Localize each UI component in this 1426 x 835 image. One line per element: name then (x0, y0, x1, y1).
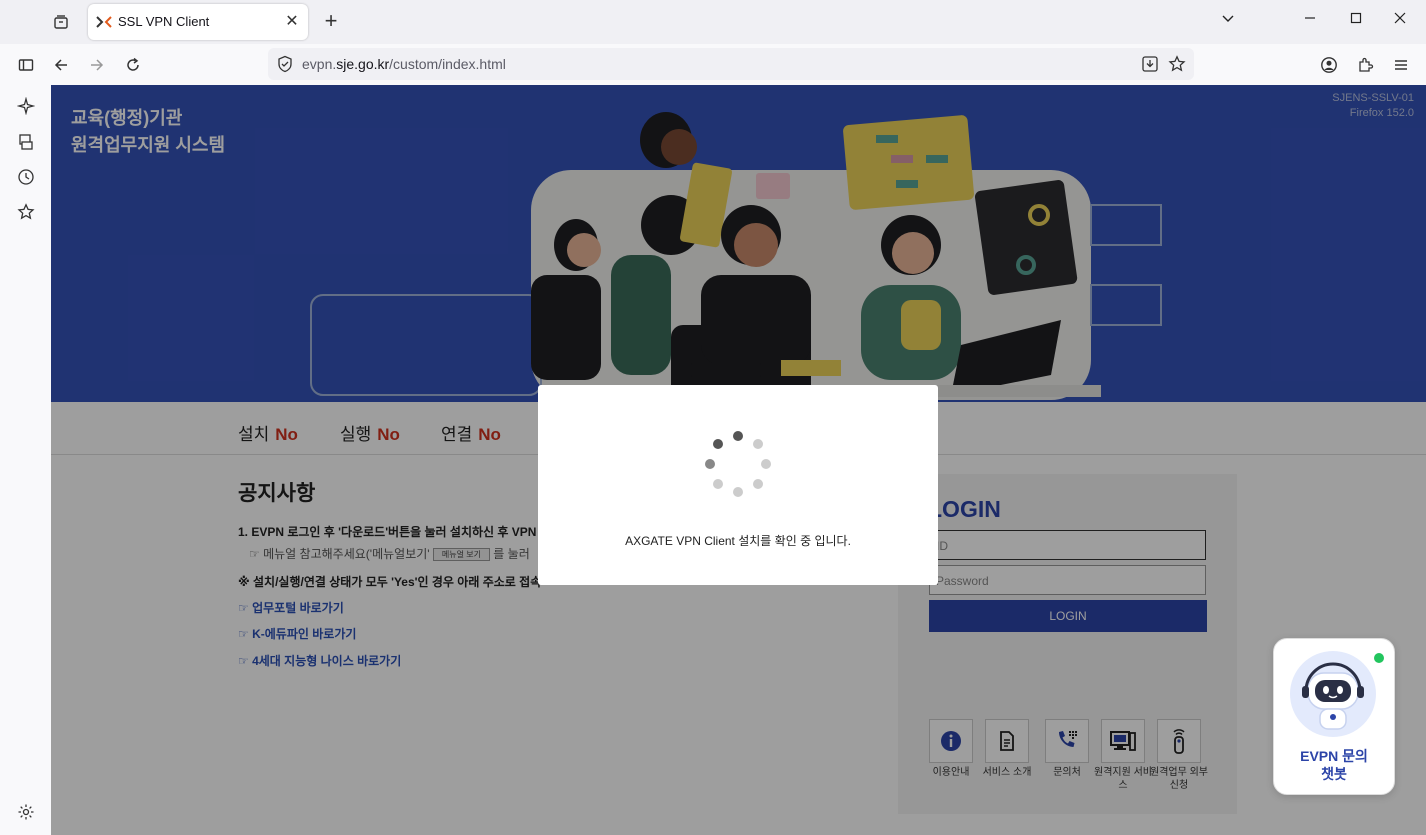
reload-icon[interactable] (121, 53, 145, 77)
menu-icon[interactable] (1389, 53, 1413, 77)
loading-modal: AXGATE VPN Client 설치를 확인 중 입니다. (538, 385, 938, 585)
tab-title: SSL VPN Client (118, 14, 210, 29)
account-icon[interactable] (1317, 53, 1341, 77)
extensions-icon[interactable] (1353, 53, 1377, 77)
new-tab-icon[interactable]: + (320, 10, 342, 32)
tracking-protection-shield-icon[interactable] (276, 55, 294, 73)
minimize-icon[interactable] (1298, 10, 1322, 32)
bookmarks-icon[interactable] (14, 200, 38, 224)
bookmark-star-icon[interactable] (1167, 54, 1187, 74)
chatbot-label: EVPN 문의 챗봇 (1300, 748, 1368, 782)
axgate-favicon-icon (96, 16, 112, 28)
settings-gear-icon[interactable] (14, 800, 38, 824)
url-text[interactable]: evpn.sje.go.kr/custom/index.html (302, 56, 506, 72)
sidebar-toggle-icon[interactable] (14, 53, 38, 77)
history-icon[interactable] (14, 165, 38, 189)
browser-sidebar (0, 85, 51, 835)
synced-tabs-icon[interactable] (14, 130, 38, 154)
chatbot-robot-icon (1290, 651, 1376, 737)
ai-chatbot-sparkle-icon[interactable] (14, 94, 38, 118)
close-window-icon[interactable] (1388, 10, 1412, 32)
tab-close-icon[interactable]: ✕ (282, 12, 302, 32)
navigation-bar: evpn.sje.go.kr/custom/index.html (0, 44, 1426, 85)
back-icon[interactable] (49, 53, 73, 77)
loading-spinner-icon (705, 431, 771, 497)
maximize-icon[interactable] (1344, 10, 1368, 32)
tab-bar: SSL VPN Client ✕ + (0, 0, 1426, 44)
loading-message: AXGATE VPN Client 설치를 확인 중 입니다. (625, 534, 851, 548)
forward-icon[interactable] (85, 53, 109, 77)
chatbot-button[interactable]: EVPN 문의 챗봇 (1273, 638, 1395, 795)
tab-overflow-chevron-icon[interactable] (1216, 10, 1240, 32)
tab-ssl-vpn-client[interactable]: SSL VPN Client ✕ (88, 4, 308, 40)
url-bar[interactable]: evpn.sje.go.kr/custom/index.html (268, 48, 1194, 80)
url-domain: sje.go.kr (336, 56, 390, 72)
tab-list-icon[interactable] (48, 10, 74, 34)
download-page-icon[interactable] (1140, 54, 1160, 74)
